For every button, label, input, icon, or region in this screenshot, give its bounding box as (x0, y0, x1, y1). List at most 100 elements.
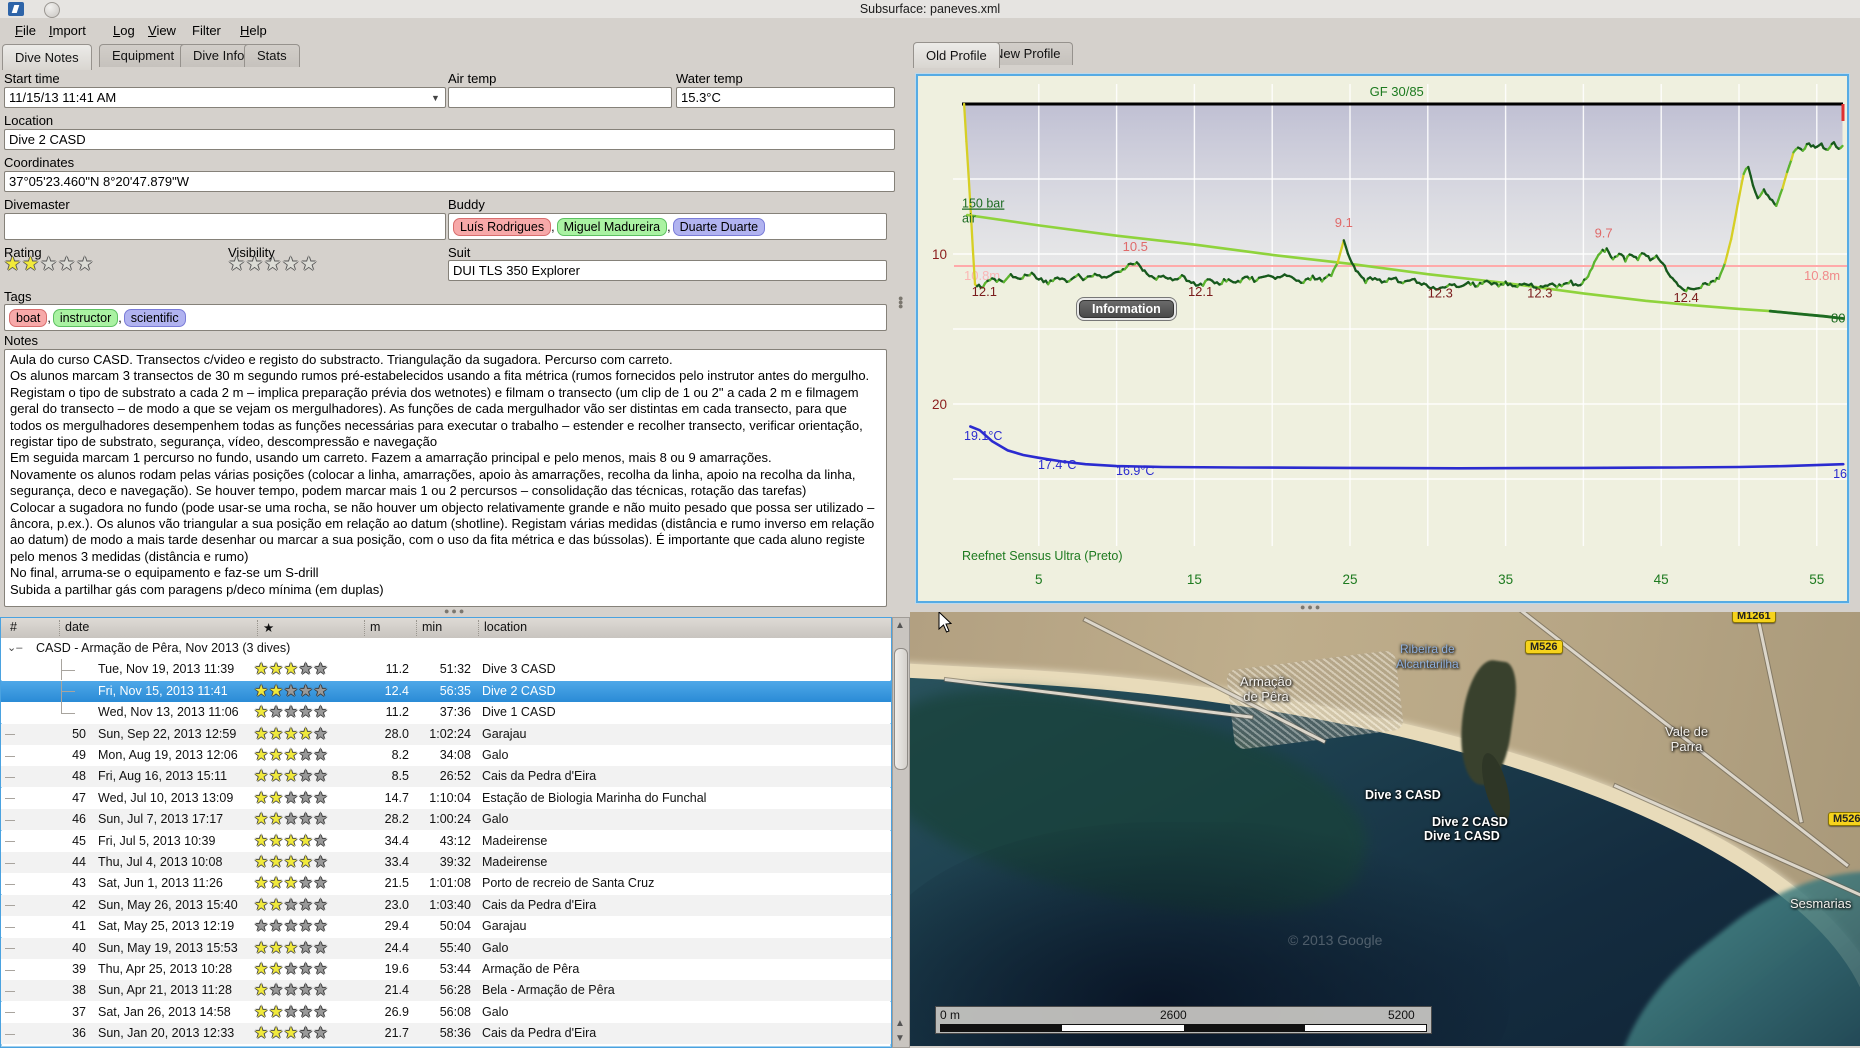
menu-item-file[interactable]: File (10, 21, 41, 40)
chevron-down-icon[interactable]: ▼ (428, 91, 443, 106)
dive-list-row[interactable]: 38Sun, Apr 21, 2013 11:28★★★★★21.456:28B… (1, 980, 891, 1001)
star-icon[interactable]: ★ (4, 254, 22, 275)
star-icon[interactable]: ★ (264, 254, 282, 275)
svg-text:GF 30/85: GF 30/85 (1370, 84, 1424, 99)
dive-list-row[interactable]: 42Sun, May 26, 2013 15:40★★★★★23.01:03:4… (1, 895, 891, 916)
menu-item-log[interactable]: Log (108, 21, 140, 40)
expander-caret-icon[interactable]: ⌄– (7, 638, 22, 659)
map-dive1-label: Dive 1 CASD (1424, 829, 1500, 843)
tab-old-profile[interactable]: Old Profile (913, 42, 1000, 68)
buddy-input[interactable]: Luís Rodrigues,Miguel Madureira,Duarte D… (448, 213, 887, 240)
dive-list-row[interactable]: Wed, Nov 13, 2013 11:06★★★★★11.237:36Div… (1, 702, 891, 723)
dive-location: Bela - Armação de Pêra (482, 980, 615, 1001)
star-icon[interactable]: ★ (58, 254, 76, 275)
dive-list-row[interactable]: 36Sun, Jan 20, 2013 12:33★★★★★21.758:36C… (1, 1023, 891, 1044)
star-icon[interactable]: ★ (40, 254, 58, 275)
scroll-down-icon[interactable]: ▼ (893, 1032, 907, 1046)
dive-list-row[interactable]: 44Thu, Jul 4, 2013 10:08★★★★★33.439:32Ma… (1, 852, 891, 873)
visibility-stars[interactable]: ★★★★★ (228, 253, 318, 276)
dive-list-row[interactable]: 46Sun, Jul 7, 2013 17:17★★★★★28.21:00:24… (1, 809, 891, 830)
dive-depth: 21.5 (356, 873, 409, 894)
dive-location: Cais da Pedra d'Eira (482, 895, 596, 916)
dive-number: 43 (26, 873, 86, 894)
dive-list-row[interactable]: 43Sat, Jun 1, 2013 11:26★★★★★21.51:01:08… (1, 873, 891, 894)
suit-input[interactable]: DUI TLS 350 Explorer (448, 260, 887, 281)
water-temp-input[interactable]: 15.3°C (676, 87, 895, 108)
location-input[interactable]: Dive 2 CASD (4, 129, 895, 150)
divemaster-input[interactable] (4, 213, 446, 240)
dive-list-row[interactable]: 37Sat, Jan 26, 2013 14:58★★★★★26.956:08G… (1, 1002, 891, 1023)
column-header-location[interactable]: location (478, 620, 527, 636)
vertical-splitter[interactable]: ●●● (898, 296, 904, 308)
svg-text:10: 10 (932, 247, 947, 262)
column-header-num[interactable]: # (5, 620, 17, 636)
tab-equipment[interactable]: Equipment (99, 44, 187, 67)
dive-list-row[interactable]: 47Wed, Jul 10, 2013 13:09★★★★★14.71:10:0… (1, 788, 891, 809)
dive-location: Garajau (482, 724, 526, 745)
dive-number: 45 (26, 831, 86, 852)
scroll-up-icon[interactable]: ▲ (893, 619, 907, 633)
dive-list-row[interactable]: 40Sun, May 19, 2013 15:53★★★★★24.455:40G… (1, 938, 891, 959)
dive-depth: 21.4 (356, 980, 409, 1001)
dive-list-row[interactable]: 45Fri, Jul 5, 2013 10:39★★★★★34.443:12Ma… (1, 831, 891, 852)
dive-list-row[interactable]: 41Sat, May 25, 2013 12:19★★★★★29.450:04G… (1, 916, 891, 937)
tree-line (61, 702, 62, 713)
menu-item-filter[interactable]: Filter (187, 21, 226, 40)
dive-duration: 50:04 (409, 916, 471, 937)
menu-item-import[interactable]: Import (44, 21, 91, 40)
column-header-stars[interactable]: ★ (257, 620, 274, 636)
dive-duration: 1:02:24 (409, 724, 471, 745)
tree-line (5, 884, 15, 885)
horizontal-splitter-right[interactable]: ●●● (1300, 602, 1322, 612)
svg-text:45: 45 (1654, 572, 1669, 587)
dive-location: Cais da Pedra d'Eira (482, 766, 596, 787)
dive-list-row[interactable]: Tue, Nov 19, 2013 11:39★★★★★11.251:32Div… (1, 659, 891, 680)
tab-stats[interactable]: Stats (244, 44, 300, 67)
column-header-min[interactable]: min (416, 620, 442, 636)
title-bar: Subsurface: paneves.xml (0, 0, 1860, 18)
column-header-date[interactable]: date (59, 620, 89, 636)
dive-list-row[interactable]: 48Fri, Aug 16, 2013 15:11★★★★★8.526:52Ca… (1, 766, 891, 787)
dive-rating-stars: ★★★★★ (254, 724, 328, 746)
scrollbar-thumb[interactable] (894, 648, 908, 770)
tab-dive-notes[interactable]: Dive Notes (2, 44, 92, 70)
star-icon[interactable]: ★ (22, 254, 40, 275)
dive-location: Cais da Pedra d'Eira (482, 1023, 596, 1044)
dive-list-scrollbar[interactable]: ▲ ▲ ▼ (892, 617, 910, 1048)
notes-textarea[interactable]: Aula do curso CASD. Transectos c/video e… (4, 349, 887, 607)
tags-input[interactable]: boat,instructor,scientific (4, 304, 887, 331)
star-icon[interactable]: ★ (228, 254, 246, 275)
dive-date: Thu, Jul 4, 2013 10:08 (98, 852, 222, 873)
dive-duration: 43:12 (409, 831, 471, 852)
star-icon[interactable]: ★ (76, 254, 94, 275)
star-icon[interactable]: ★ (282, 254, 300, 275)
star-icon[interactable]: ★ (300, 254, 318, 275)
dive-list-row[interactable]: Fri, Nov 15, 2013 11:41★★★★★12.456:35Div… (1, 681, 891, 702)
dive-list-row[interactable]: 50Sun, Sep 22, 2013 12:59★★★★★28.01:02:2… (1, 724, 891, 745)
dive-depth: 34.4 (356, 831, 409, 852)
tree-line (61, 670, 75, 671)
scroll-up-icon-2[interactable]: ▲ (893, 1017, 907, 1031)
dive-list-row[interactable]: 39Thu, Apr 25, 2013 10:28★★★★★19.653:44A… (1, 959, 891, 980)
dive-site-map[interactable]: Armação de Pêra Ribeira de Alcantarilha … (910, 612, 1860, 1046)
column-header-m[interactable]: m (364, 620, 380, 636)
air-temp-input[interactable] (448, 87, 672, 108)
dive-list-row[interactable]: 49Mon, Aug 19, 2013 12:06★★★★★8.234:08Ga… (1, 745, 891, 766)
dive-group-row[interactable]: ⌄–CASD - Armação de Pêra, Nov 2013 (3 di… (1, 638, 891, 659)
dive-profile-panel: 10.8mGF 30/85102051525354555Reefnet Sens… (916, 74, 1849, 603)
horizontal-splitter-left[interactable]: ●●● (444, 606, 466, 616)
dive-depth: 33.4 (356, 852, 409, 873)
svg-text:12.4: 12.4 (1673, 290, 1698, 305)
rating-stars[interactable]: ★★★★★ (4, 253, 94, 276)
start-time-combobox[interactable]: 11/15/13 11:41 AM ▼ (4, 87, 446, 108)
information-button[interactable]: Information (1079, 300, 1174, 318)
star-icon[interactable]: ★ (246, 254, 264, 275)
dive-rating-stars: ★★★★★ (254, 959, 328, 981)
coordinates-input[interactable]: 37°05'23.460"N 8°20'47.879"W (4, 171, 895, 192)
dive-date: Sat, May 25, 2013 12:19 (98, 916, 234, 937)
dive-duration: 1:01:08 (409, 873, 471, 894)
menu-item-view[interactable]: View (143, 21, 181, 40)
menu-item-help[interactable]: Help (235, 21, 272, 40)
notes-label: Notes (4, 333, 38, 348)
dive-number: 36 (26, 1023, 86, 1044)
